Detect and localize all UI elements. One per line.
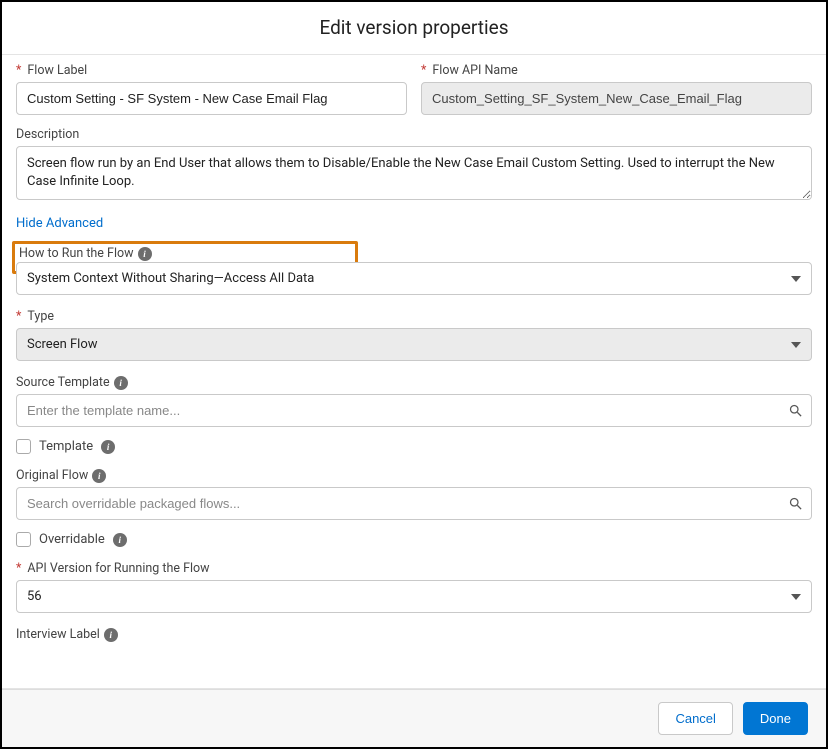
- api-version-label: API Version for Running the Flow: [16, 561, 812, 576]
- type-label: Type: [16, 309, 812, 324]
- chevron-down-icon: [791, 276, 801, 282]
- modal-footer: Cancel Done: [2, 689, 826, 747]
- info-icon[interactable]: [114, 376, 128, 390]
- how-to-run-value: System Context Without Sharing—Access Al…: [27, 271, 781, 286]
- interview-label-label-text: Interview Label: [16, 627, 100, 642]
- hide-advanced-link[interactable]: Hide Advanced: [16, 216, 103, 231]
- how-to-run-select[interactable]: System Context Without Sharing—Access Al…: [16, 262, 812, 295]
- api-version-select[interactable]: 56: [16, 580, 812, 613]
- search-icon: [787, 496, 803, 512]
- original-flow-label: Original Flow: [16, 468, 812, 483]
- info-icon[interactable]: [101, 440, 115, 454]
- cancel-button[interactable]: Cancel: [658, 702, 732, 735]
- info-icon[interactable]: [113, 533, 127, 547]
- modal-scroll-area[interactable]: Flow Label Flow API Name Description Scr…: [2, 54, 826, 689]
- search-icon: [787, 403, 803, 419]
- api-version-value: 56: [27, 589, 781, 604]
- interview-label-label: Interview Label: [16, 627, 812, 642]
- chevron-down-icon: [791, 594, 801, 600]
- info-icon[interactable]: [92, 469, 106, 483]
- overridable-checkbox[interactable]: [16, 532, 31, 547]
- template-checkbox-label: Template: [39, 439, 93, 454]
- template-checkbox[interactable]: [16, 439, 31, 454]
- overridable-checkbox-label: Overridable: [39, 532, 105, 547]
- done-button[interactable]: Done: [743, 702, 808, 735]
- form-body: Flow Label Flow API Name Description Scr…: [2, 55, 826, 686]
- info-icon[interactable]: [104, 628, 118, 642]
- source-template-label: Source Template: [16, 375, 812, 390]
- source-template-input[interactable]: [17, 395, 811, 426]
- chevron-down-icon: [791, 342, 801, 348]
- original-flow-search[interactable]: [16, 487, 812, 520]
- flow-api-name-input: [421, 82, 812, 115]
- description-textarea[interactable]: Screen flow run by an End User that allo…: [16, 146, 812, 200]
- source-template-label-text: Source Template: [16, 375, 110, 390]
- flow-api-name-label: Flow API Name: [421, 63, 812, 78]
- description-label: Description: [16, 127, 812, 142]
- original-flow-input[interactable]: [17, 488, 811, 519]
- source-template-search[interactable]: [16, 394, 812, 427]
- flow-label-label: Flow Label: [16, 63, 407, 78]
- flow-label-input[interactable]: [16, 82, 407, 115]
- type-select[interactable]: Screen Flow: [16, 328, 812, 361]
- type-value: Screen Flow: [27, 337, 781, 352]
- modal-title: Edit version properties: [2, 2, 826, 55]
- original-flow-label-text: Original Flow: [16, 468, 88, 483]
